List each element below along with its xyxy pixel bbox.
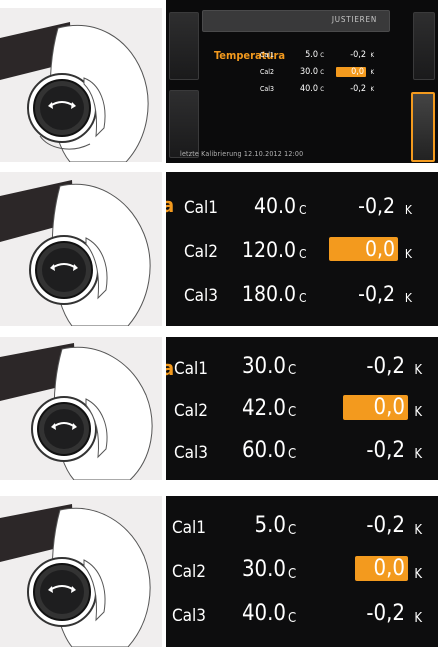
cal-temperature: 180.0 [241, 282, 296, 306]
knob-illustration-2 [0, 172, 162, 326]
cal-offset-value[interactable]: -0,2 [334, 50, 368, 60]
offset-unit: K [370, 52, 374, 59]
calibration-row[interactable]: Cal1 30.0 C -0,2 K [166, 351, 438, 391]
cal-temperature: 5.0 [305, 50, 318, 60]
offset-unit: K [370, 69, 374, 76]
cal-offset-value-selected[interactable]: 0,0 [355, 556, 408, 581]
cal-temperature: 60.0 [241, 438, 286, 463]
device-screen-zoom-3: Cal1 5.0 C -0,2 K Cal2 30.0 C 0,0 K Cal3… [166, 496, 438, 647]
cal-point-name: Cal1 [259, 51, 274, 59]
cal-temperature: 120.0 [241, 238, 296, 262]
calibration-row[interactable]: Cal3 60.0 C -0,2 K [166, 435, 438, 475]
calibration-row[interactable]: Cal2 30.0 C 0,0 K [166, 554, 438, 594]
temperature-unit: C [320, 52, 324, 59]
temperature-unit: C [299, 203, 307, 217]
cal-offset-value[interactable]: -0,2 [329, 282, 398, 306]
cal-temperature: 30.0 [299, 67, 318, 77]
cal-point-name: Cal2 [172, 562, 207, 582]
temperature-unit: C [299, 291, 307, 305]
last-calibration-footer: letzte Kalibrierung 12.10.2012 12:00 [180, 150, 304, 158]
cal-offset-value[interactable]: -0,2 [329, 194, 398, 218]
offset-unit: K [414, 611, 422, 626]
offset-unit: K [404, 291, 412, 305]
screen-title: JUSTIEREN [331, 15, 377, 24]
offset-unit: K [414, 567, 422, 582]
cal-point-name: Cal3 [184, 286, 219, 306]
offset-unit: K [404, 203, 412, 217]
knob-illustration-4 [0, 496, 162, 647]
calibration-row[interactable]: Cal2 30.0 C 0,0 K [202, 66, 388, 80]
temperature-unit: C [288, 523, 297, 538]
cal-point-name: Cal3 [174, 443, 209, 463]
calibration-row[interactable]: Cal1 40.0 C -0,2 K [166, 190, 438, 230]
calibration-row[interactable]: Cal2 120.0 C 0,0 K [166, 234, 438, 274]
calibration-row[interactable]: Cal1 5.0 C -0,2 K [166, 510, 438, 550]
cal-temperature: 30.0 [241, 354, 286, 379]
offset-unit: K [404, 247, 412, 261]
cal-point-name: Cal2 [259, 68, 274, 76]
cal-point-name: Cal2 [184, 242, 219, 262]
knob-illustration-3 [0, 337, 162, 480]
cal-offset-value[interactable]: -0,2 [334, 84, 368, 94]
cal-offset-value[interactable]: -0,2 [355, 513, 408, 538]
cal-offset-value-selected[interactable]: 0,0 [329, 237, 398, 261]
cal-point-name: Cal2 [174, 401, 209, 421]
cal-point-name: Cal1 [172, 518, 207, 538]
offset-unit: K [414, 523, 422, 538]
side-tab-right-top[interactable] [413, 12, 435, 80]
cal-temperature: 40.0 [299, 84, 318, 94]
temperature-unit: C [288, 611, 297, 626]
knob-illustration-1 [0, 8, 162, 162]
cal-temperature: 40.0 [253, 194, 296, 218]
calibration-row[interactable]: Cal2 42.0 C 0,0 K [166, 393, 438, 433]
device-screen-zoom-1: a Cal1 40.0 C -0,2 K Cal2 120.0 C 0,0 K … [166, 172, 438, 326]
calibration-instruction-sheet: JUSTIEREN Temperatura Cal1 5.0 C -0,2 K … [0, 0, 438, 647]
calibration-row[interactable]: Cal3 180.0 C -0,2 K [166, 278, 438, 318]
cal-offset-value[interactable]: -0,2 [343, 354, 408, 379]
offset-unit: K [414, 447, 422, 462]
cal-temperature: 5.0 [254, 513, 286, 538]
side-tab-right-active[interactable] [411, 92, 435, 162]
temperature-unit: C [288, 447, 297, 462]
temperature-unit: C [288, 405, 297, 420]
calibration-row[interactable]: Cal1 5.0 C -0,2 K [202, 49, 388, 63]
hand-turning-knob-icon [0, 8, 162, 162]
cal-point-name: Cal1 [174, 359, 209, 379]
offset-unit: K [414, 363, 422, 378]
cal-offset-value[interactable]: -0,2 [355, 601, 408, 626]
temperature-unit: C [288, 363, 297, 378]
cal-point-name: Cal3 [259, 85, 274, 93]
cal-offset-value-selected[interactable]: 0,0 [343, 395, 408, 420]
offset-unit: K [370, 86, 374, 93]
cal-temperature: 42.0 [241, 396, 286, 421]
hand-turning-knob-icon [0, 496, 162, 647]
cal-point-name: Cal1 [184, 198, 219, 218]
cal-offset-value-selected[interactable]: 0,0 [336, 67, 366, 77]
temperature-unit: C [299, 247, 307, 261]
temperature-unit: C [320, 69, 324, 76]
temperature-unit: C [320, 86, 324, 93]
side-tab-left-top[interactable] [169, 12, 199, 80]
offset-unit: K [414, 405, 422, 420]
cal-point-name: Cal3 [172, 606, 207, 626]
device-screen-overview: JUSTIEREN Temperatura Cal1 5.0 C -0,2 K … [166, 0, 438, 163]
calibration-row[interactable]: Cal3 40.0 C -0,2 K [202, 83, 388, 97]
cal-temperature: 40.0 [241, 601, 286, 626]
cal-offset-value[interactable]: -0,2 [343, 438, 408, 463]
side-tab-left-bottom[interactable] [169, 90, 199, 158]
temperature-unit: C [288, 567, 297, 582]
calibration-table: Temperatura Cal1 5.0 C -0,2 K Cal2 30.0 … [202, 36, 388, 120]
hand-turning-knob-icon [0, 172, 162, 326]
device-screen-zoom-2: a Cal1 30.0 C -0,2 K Cal2 42.0 C 0,0 K C… [166, 337, 438, 480]
header-bar: JUSTIEREN [202, 10, 390, 32]
hand-turning-knob-icon [0, 337, 162, 480]
cal-temperature: 30.0 [241, 557, 286, 582]
calibration-row[interactable]: Cal3 40.0 C -0,2 K [166, 598, 438, 638]
